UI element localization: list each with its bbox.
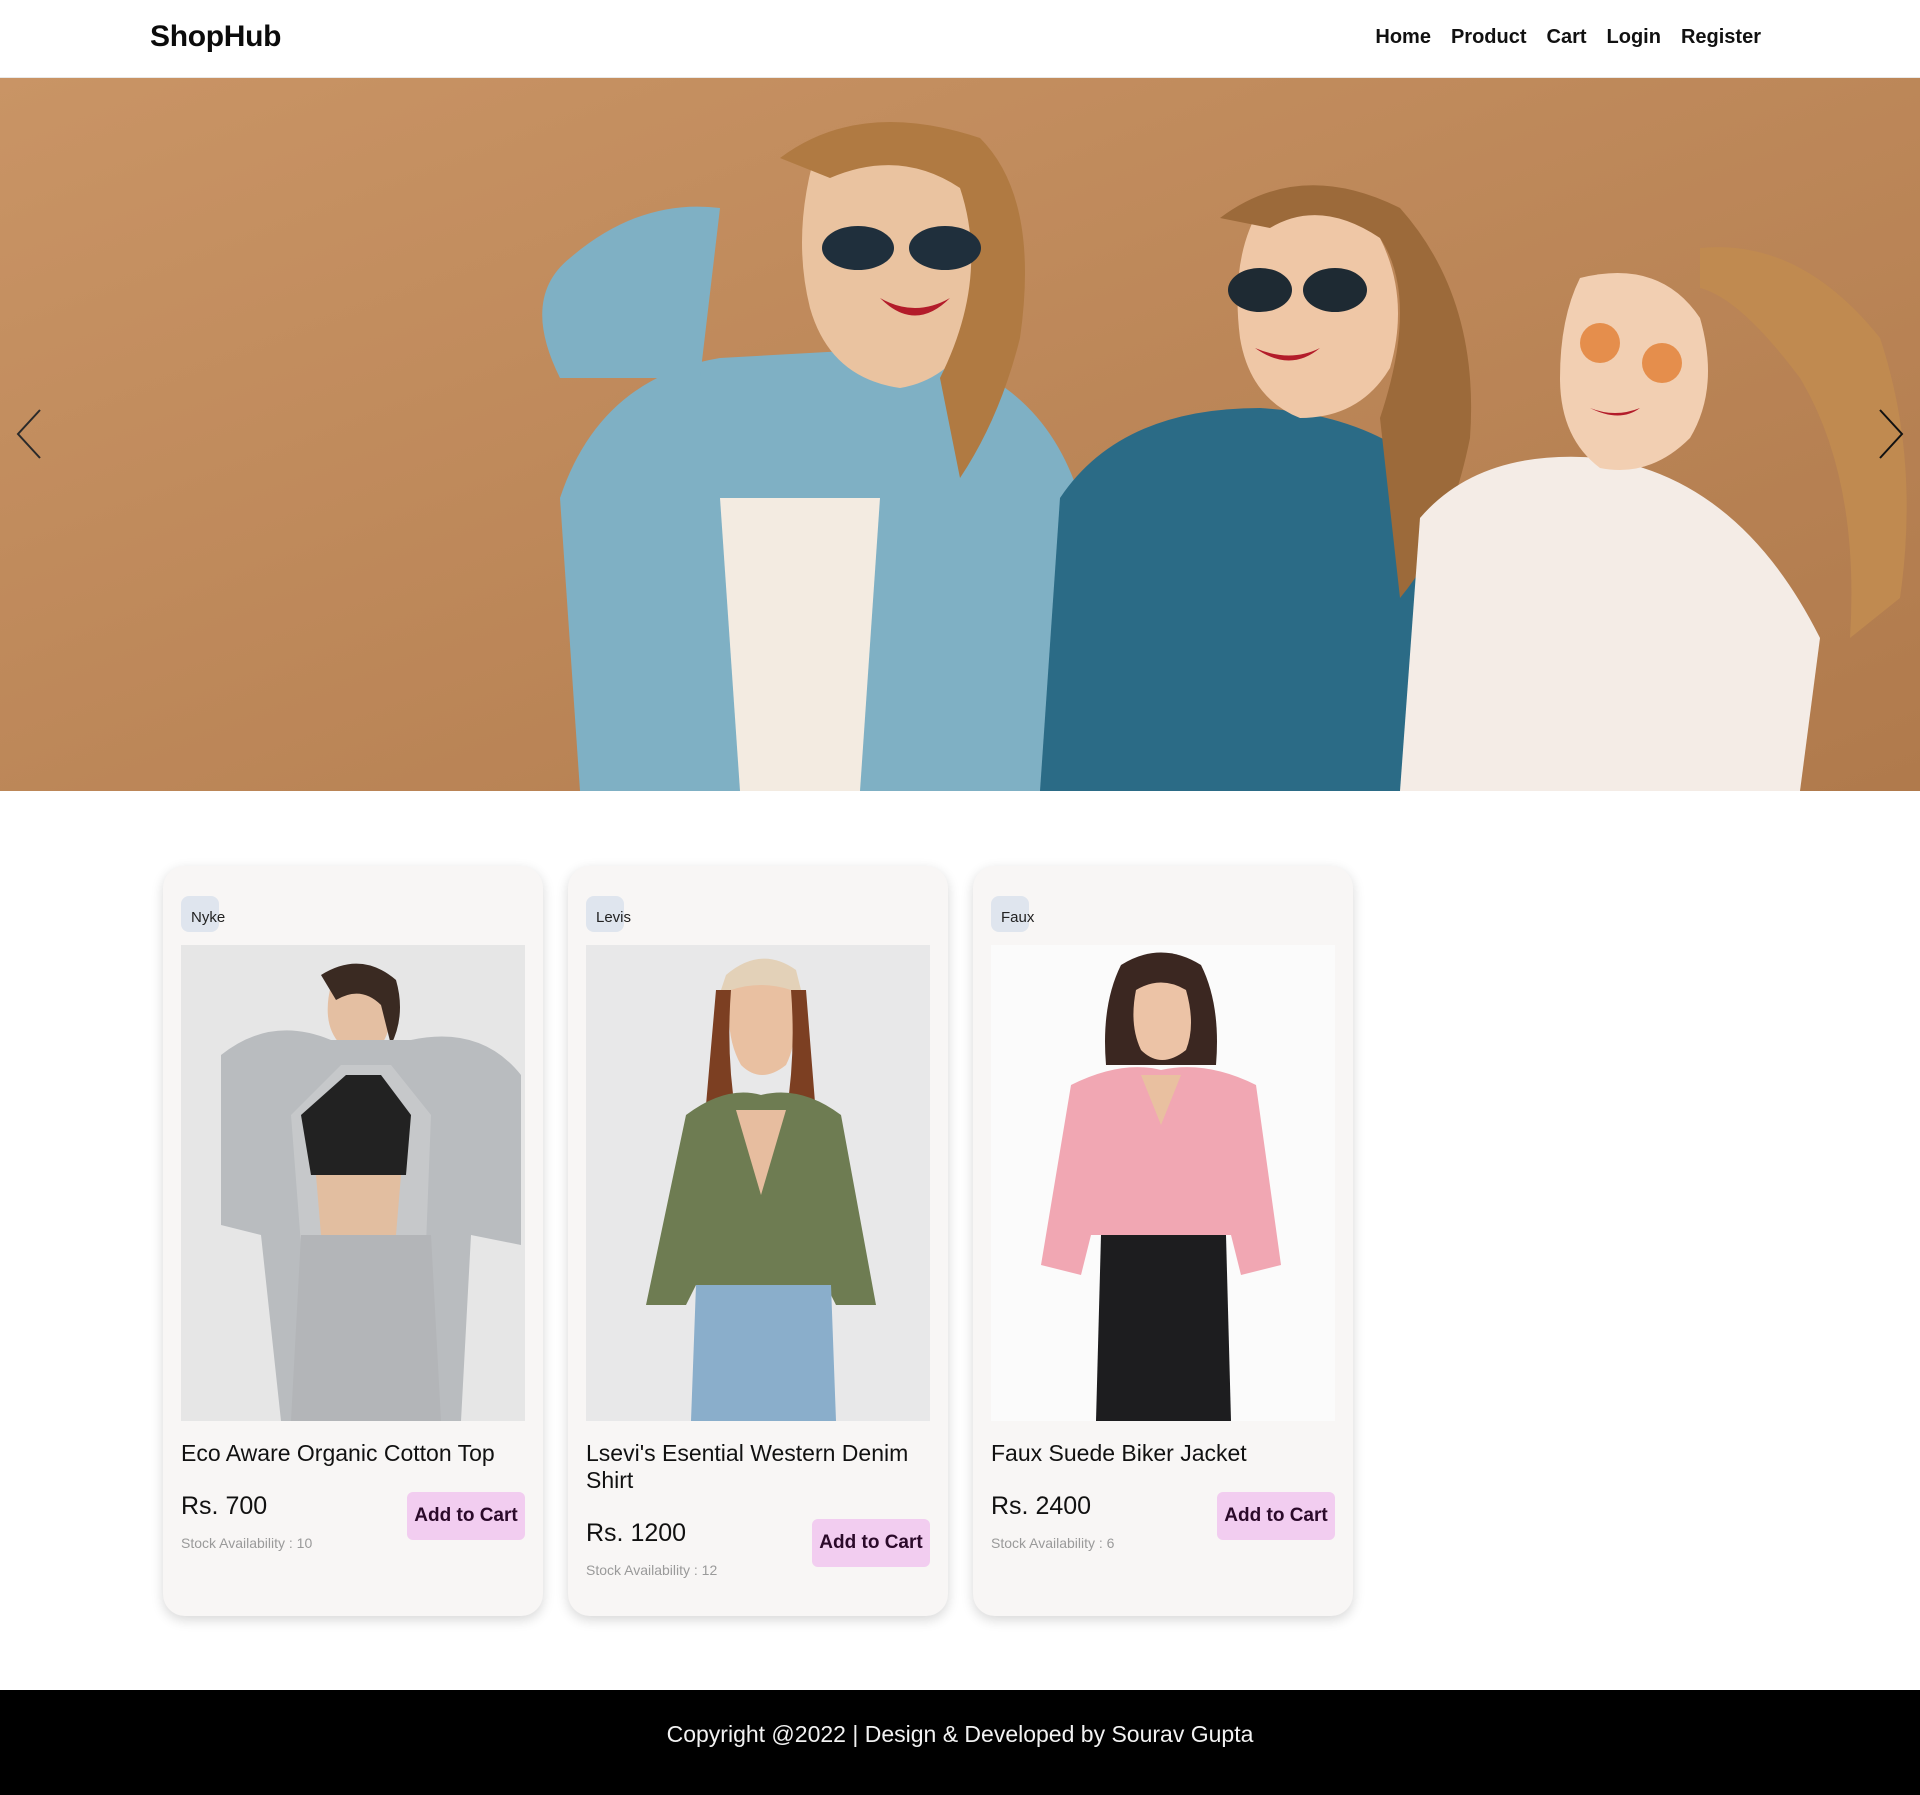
- nav-cart-link[interactable]: Cart: [1547, 26, 1587, 49]
- product-card: Levis Lsevi's Esential Western Denim Shi…: [568, 866, 948, 1616]
- nav-home-link[interactable]: Home: [1375, 26, 1431, 49]
- product-title: Eco Aware Organic Cotton Top: [181, 1440, 495, 1466]
- hero-carousel: [0, 78, 1920, 791]
- product-image[interactable]: [586, 945, 930, 1421]
- brand-tag-label: Faux: [1001, 909, 1035, 926]
- navbar: ShopHub Home Product Cart Login Register: [0, 0, 1920, 78]
- add-to-cart-button[interactable]: Add to Cart: [1217, 1492, 1335, 1540]
- footer: Copyright @2022 | Design & Developed by …: [0, 1690, 1920, 1795]
- brand-tag-label: Nyke: [191, 909, 226, 926]
- add-to-cart-button[interactable]: Add to Cart: [407, 1492, 525, 1540]
- brand-tag: Faux: [991, 896, 1044, 932]
- product-price: Rs. 1200: [586, 1519, 687, 1547]
- carousel-prev-icon[interactable]: [12, 404, 52, 464]
- product-card: Nyke Eco Aware Organic Cotton Top Rs. 70…: [163, 866, 543, 1616]
- product-card: Faux Faux Suede Biker Jacket Rs. 2400 St…: [973, 866, 1353, 1616]
- footer-copyright: Copyright @2022 | Design & Developed by …: [666, 1721, 1254, 1747]
- stock-availability: Stock Availability : 6: [991, 1535, 1115, 1551]
- brand-tag: Levis: [586, 896, 641, 932]
- stock-availability: Stock Availability : 12: [586, 1562, 718, 1578]
- product-image[interactable]: [181, 945, 525, 1421]
- add-to-cart-button[interactable]: Add to Cart: [812, 1519, 930, 1567]
- product-title: Lsevi's Esential Western Denim Shirt: [586, 1440, 909, 1493]
- brand-logo[interactable]: ShopHub: [150, 20, 282, 54]
- hero-image: [0, 78, 1920, 791]
- nav-links: Home Product Cart Login Register: [1375, 26, 1761, 49]
- product-grid: Nyke Eco Aware Organic Cotton Top Rs. 70…: [163, 866, 1353, 1616]
- nav-register-link[interactable]: Register: [1681, 26, 1761, 49]
- product-title: Faux Suede Biker Jacket: [991, 1440, 1247, 1466]
- nav-product-link[interactable]: Product: [1451, 26, 1527, 49]
- stock-availability: Stock Availability : 10: [181, 1535, 313, 1551]
- nav-login-link[interactable]: Login: [1607, 26, 1661, 49]
- product-price: Rs. 2400: [991, 1492, 1092, 1520]
- brand-tag-label: Levis: [596, 909, 632, 926]
- carousel-next-icon[interactable]: [1868, 404, 1908, 464]
- product-image[interactable]: [991, 945, 1335, 1421]
- brand-tag: Nyke: [181, 896, 235, 932]
- product-price: Rs. 700: [181, 1492, 268, 1520]
